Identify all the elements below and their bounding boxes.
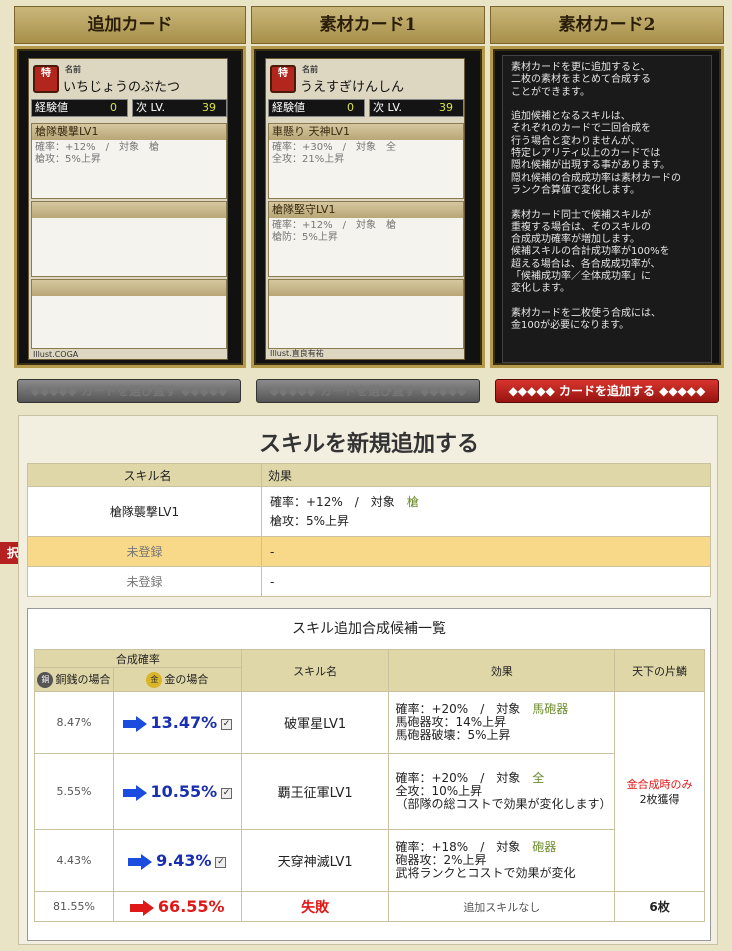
gold-checkbox[interactable]: ✓ <box>215 856 227 868</box>
material1-panel: 特 名前 うえすぎけんしん 経験値 0 次 LV. 39 車懸り 天神LV1 確率：… <box>251 46 485 368</box>
arrow-right-icon <box>128 854 153 871</box>
col-effect: 効果 <box>261 463 711 487</box>
copper-coin-icon: 銅 <box>37 672 54 688</box>
arrow-right-icon <box>122 716 147 733</box>
col-skill-name: スキル名 <box>27 463 262 487</box>
table-row[interactable]: 4.43% 9.43% ✓ 天穿神滅LV1 確率：+18% / 対象 砲器 砲器… <box>34 829 705 892</box>
card-name: うえすぎけんしん <box>300 80 405 95</box>
table-row[interactable]: 5.55% 10.55% ✓ 覇王征軍LV1 確率：+20% / 対象 全 全攻… <box>34 753 705 830</box>
new-skill-section: スキルを新規追加する スキル名 効果 槍隊襲撃LV1 確率：+12% / 対象 … <box>18 415 718 945</box>
add-card-header: 追加カード <box>14 6 246 44</box>
illust-credit: Illust.直良有祐 <box>270 349 324 358</box>
skill-slot-1: 槍隊襲撃LV1 確率：+12% / 対象 槍槍攻：5%上昇 <box>31 123 227 199</box>
exp-bar: 経験値 0 <box>31 99 128 117</box>
skill-slot-1: 車懸り 天神LV1 確率：+30% / 対象 全全攻：21%上昇 <box>268 123 464 199</box>
card-rarity-icon: 特 <box>33 65 59 93</box>
arrow-right-icon <box>122 785 147 802</box>
next-level-bar: 次 LV. 39 <box>369 99 464 117</box>
skill-slot-2: 槍隊堅守LV1 確率：+12% / 対象 槍槍防：5%上昇 <box>268 201 464 277</box>
arrow-right-icon <box>130 900 155 917</box>
candidate-list-title: スキル追加合成候補一覧 <box>292 621 446 637</box>
gold-checkbox[interactable]: ✓ <box>220 787 232 799</box>
skill-slot-2 <box>31 201 227 277</box>
material2-header: 素材カード2 <box>490 6 724 44</box>
gold-checkbox[interactable]: ✓ <box>220 718 232 730</box>
candidate-table: 合成確率 スキル名 効果 天下の片鱗 銅銅銭の場合 金金の場合 8.47% 13… <box>34 649 705 922</box>
reselect-material1-button[interactable]: ◆◆◆◆◆ カードを選び直す ◆◆◆◆◆ <box>256 379 480 403</box>
section-title: スキルを新規追加する <box>258 432 479 457</box>
gold-coin-icon: 金 <box>146 672 163 688</box>
table-row[interactable]: 8.47% 13.47% ✓ 破軍星LV1 確率：+20% / 対象 馬砲器 馬… <box>34 691 705 892</box>
table-row[interactable]: 未登録 - <box>27 566 711 597</box>
reselect-add-card-button[interactable]: ◆◆◆◆◆ カードを選び直す ◆◆◆◆◆ <box>17 379 241 403</box>
card-material1[interactable]: 特 名前 うえすぎけんしん 経験値 0 次 LV. 39 車懸り 天神LV1 確率：… <box>265 58 465 360</box>
add-card-panel: 特 名前 いちじょうのぶたつ 経験値 0 次 LV. 39 槍隊襲撃LV1 確率：+… <box>14 46 246 368</box>
exp-bar: 経験値 0 <box>268 99 365 117</box>
candidate-list: スキル追加合成候補一覧 合成確率 スキル名 効果 天下の片鱗 銅銅銭の場合 金金… <box>27 608 711 941</box>
card-add[interactable]: 特 名前 いちじょうのぶたつ 経験値 0 次 LV. 39 槍隊襲撃LV1 確率：+… <box>28 58 228 360</box>
skill-slot-3 <box>31 279 227 349</box>
skill-slot-table: スキル名 効果 槍隊襲撃LV1 確率：+12% / 対象 槍 槍攻：5%上昇 未… <box>27 463 711 597</box>
table-row[interactable]: 槍隊襲撃LV1 確率：+12% / 対象 槍 槍攻：5%上昇 <box>27 486 711 537</box>
material2-info-text: 素材カードを更に追加すると、 二枚の素材をまとめて合成する ことができます。 追… <box>502 55 712 363</box>
name-label: 名前 <box>302 65 318 74</box>
skill-slot-3 <box>268 279 464 349</box>
name-label: 名前 <box>65 65 81 74</box>
add-card-button[interactable]: ◆◆◆◆◆ カードを追加する ◆◆◆◆◆ <box>495 379 719 403</box>
material2-panel: 素材カードを更に追加すると、 二枚の素材をまとめて合成する ことができます。 追… <box>490 46 724 368</box>
illust-credit: Illust.COGA <box>33 350 79 359</box>
card-rarity-icon: 特 <box>270 65 296 93</box>
material1-header: 素材カード1 <box>251 6 485 44</box>
card-name: いちじょうのぶたつ <box>63 80 181 95</box>
synthesis-page: 追加カード 素材カード1 素材カード2 特 名前 いちじょうのぶたつ 経験値 0 … <box>0 0 732 951</box>
table-row[interactable]: 未登録 - <box>27 536 711 567</box>
table-row-fail: 81.55% 66.55% 失敗 追加スキルなし 6枚 <box>34 891 705 922</box>
next-level-bar: 次 LV. 39 <box>132 99 227 117</box>
